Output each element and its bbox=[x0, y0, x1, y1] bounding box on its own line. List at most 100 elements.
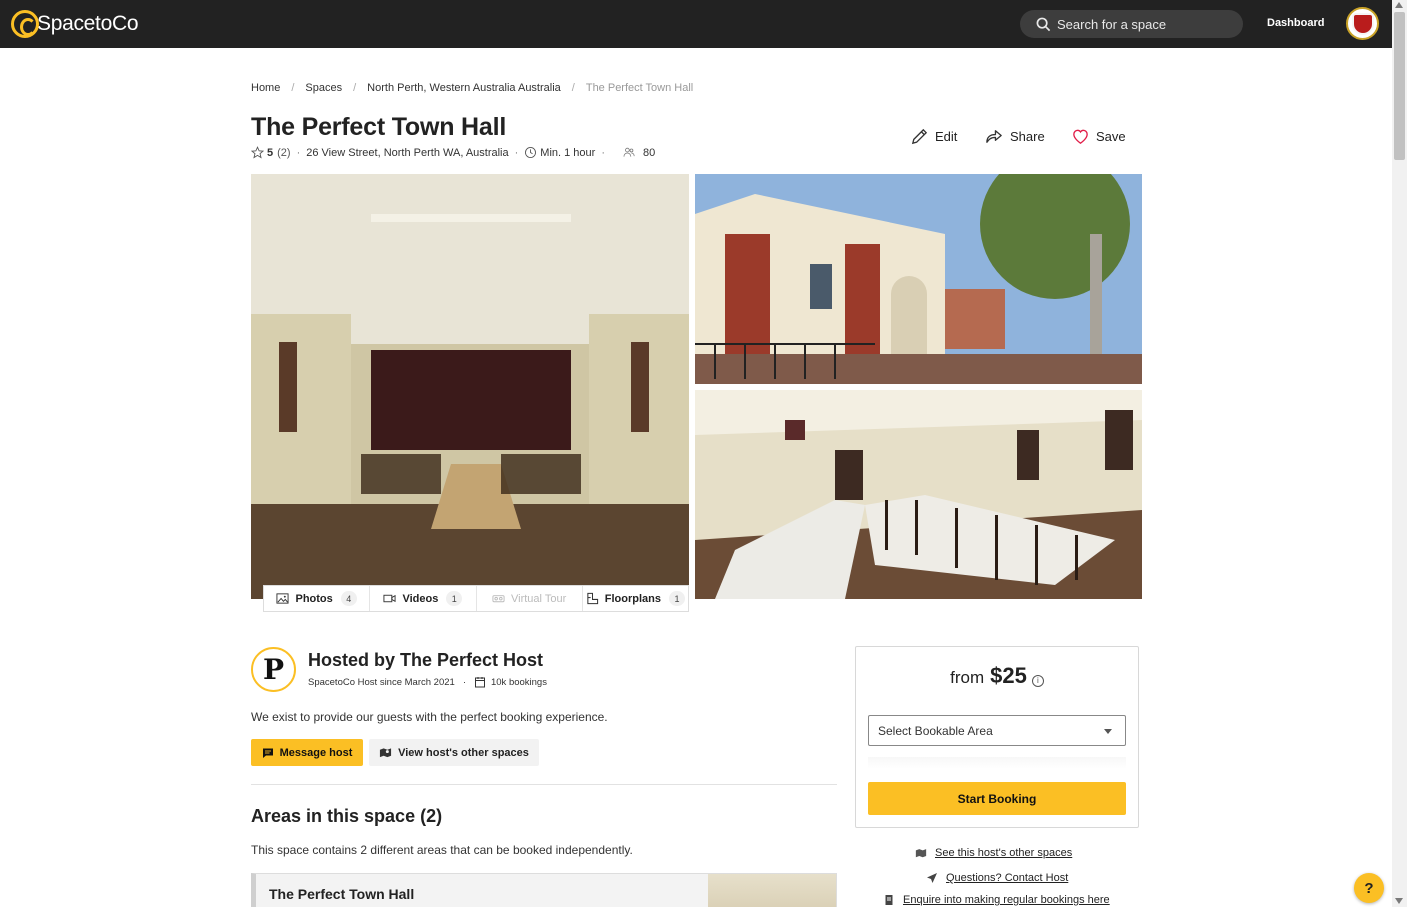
clock-icon bbox=[525, 147, 537, 158]
breadcrumb-separator: / bbox=[291, 82, 295, 94]
media-tabs: Photos 4 Videos 1 Virtual Tour Floorplan… bbox=[263, 585, 689, 612]
page-title: The Perfect Town Hall bbox=[251, 113, 507, 141]
heart-icon bbox=[1073, 129, 1088, 144]
save-button[interactable]: Save bbox=[1071, 127, 1126, 146]
share-label: Share bbox=[1010, 129, 1045, 144]
meta-separator: · bbox=[514, 146, 519, 159]
booking-card: from $25 i Select Bookable Area Start Bo… bbox=[855, 646, 1139, 828]
areas-description: This space contains 2 different areas th… bbox=[251, 843, 633, 857]
breadcrumb-home[interactable]: Home bbox=[251, 82, 280, 94]
area-card-title: The Perfect Town Hall bbox=[269, 886, 415, 902]
host-meta: SpacetoCo Host since March 2021 · 10k bo… bbox=[308, 676, 547, 688]
see-host-spaces-link[interactable]: See this host's other spaces bbox=[915, 847, 1072, 859]
logo-text: SpacetoCo bbox=[37, 12, 139, 35]
scroll-up-icon[interactable] bbox=[1395, 2, 1403, 8]
host-avatar[interactable]: P bbox=[251, 647, 296, 692]
review-count[interactable]: (2) bbox=[277, 147, 290, 159]
meta-separator: · bbox=[296, 146, 301, 159]
exterior-photo[interactable] bbox=[695, 174, 1142, 384]
separator-shade bbox=[868, 757, 1126, 769]
tab-photos[interactable]: Photos 4 bbox=[264, 586, 371, 611]
start-booking-button[interactable]: Start Booking bbox=[868, 782, 1126, 815]
address: 26 View Street, North Perth WA, Australi… bbox=[306, 146, 509, 159]
tab-count-badge: 1 bbox=[446, 591, 463, 606]
regular-bookings-label: Enquire into making regular bookings her… bbox=[903, 894, 1110, 906]
scrollbar-thumb[interactable] bbox=[1394, 12, 1405, 160]
tab-label: Videos bbox=[402, 592, 439, 605]
user-avatar[interactable] bbox=[1346, 7, 1379, 40]
vr-headset-icon bbox=[492, 595, 505, 603]
info-icon[interactable]: i bbox=[1031, 675, 1044, 687]
regular-bookings-link[interactable]: Enquire into making regular bookings her… bbox=[883, 894, 1110, 906]
edit-label: Edit bbox=[935, 129, 958, 144]
breadcrumb: Home / Spaces / North Perth, Western Aus… bbox=[251, 82, 693, 94]
price-from-label: from bbox=[950, 668, 985, 687]
calendar-icon bbox=[474, 677, 485, 688]
scroll-down-icon[interactable] bbox=[1395, 898, 1403, 904]
search-placeholder: Search for a space bbox=[1057, 16, 1167, 32]
areas-heading: Areas in this space (2) bbox=[251, 806, 443, 826]
bookable-area-select[interactable]: Select Bookable Area bbox=[868, 715, 1126, 746]
tab-label: Photos bbox=[295, 592, 333, 605]
chevron-down-icon bbox=[1104, 729, 1112, 734]
hall-interior-image bbox=[251, 174, 689, 599]
long-tables-image bbox=[695, 390, 1142, 599]
save-label: Save bbox=[1096, 129, 1126, 144]
area-card[interactable]: The Perfect Town Hall bbox=[251, 873, 837, 907]
edit-button[interactable]: Edit bbox=[910, 127, 957, 146]
search-input[interactable]: Search for a space bbox=[1020, 10, 1243, 38]
tab-count-badge: 1 bbox=[668, 591, 685, 606]
spacetoco-logo[interactable]: SpacetoCo bbox=[11, 10, 139, 38]
select-placeholder: Select Bookable Area bbox=[878, 723, 993, 738]
host-description: We exist to provide our guests with the … bbox=[251, 710, 608, 724]
star-icon bbox=[251, 146, 264, 159]
tab-virtual-tour: Virtual Tour bbox=[477, 586, 583, 611]
help-button[interactable]: ? bbox=[1354, 873, 1384, 903]
tab-floorplans[interactable]: Floorplans 1 bbox=[583, 586, 688, 611]
map-icon bbox=[915, 849, 927, 858]
main-photo[interactable] bbox=[251, 174, 689, 599]
breadcrumb-location[interactable]: North Perth, Western Australia Australia bbox=[367, 82, 561, 94]
message-host-button[interactable]: Message host bbox=[251, 739, 363, 766]
share-icon bbox=[986, 130, 1002, 143]
dashboard-link[interactable]: Dashboard bbox=[1267, 17, 1324, 29]
breadcrumb-separator: / bbox=[353, 82, 357, 94]
tab-label: Virtual Tour bbox=[511, 592, 567, 605]
see-host-spaces-label: See this host's other spaces bbox=[935, 847, 1073, 859]
document-icon bbox=[885, 895, 893, 905]
floorplan-icon bbox=[587, 592, 598, 605]
map-pin-icon bbox=[380, 748, 392, 758]
listing-meta: 5 (2) · 26 View Street, North Perth WA, … bbox=[251, 146, 655, 159]
send-icon bbox=[927, 873, 937, 883]
message-host-label: Message host bbox=[279, 746, 353, 759]
image-icon bbox=[276, 593, 290, 604]
host-since: SpacetoCo Host since March 2021 bbox=[308, 676, 455, 688]
search-icon bbox=[1036, 17, 1051, 31]
tab-label: Floorplans bbox=[604, 592, 661, 605]
meta-separator: · bbox=[462, 676, 466, 688]
people-icon bbox=[623, 147, 635, 157]
view-other-spaces-button[interactable]: View host's other spaces bbox=[369, 739, 539, 766]
price-amount: $25 bbox=[990, 663, 1027, 688]
host-logo-icon: P bbox=[262, 653, 285, 686]
share-button[interactable]: Share bbox=[985, 127, 1045, 146]
view-other-spaces-label: View host's other spaces bbox=[398, 746, 529, 759]
contact-host-label: Questions? Contact Host bbox=[946, 872, 1069, 884]
chat-icon bbox=[262, 748, 273, 758]
video-camera-icon bbox=[383, 594, 396, 603]
town-hall-exterior-image bbox=[695, 174, 1142, 384]
min-duration: Min. 1 hour bbox=[540, 146, 596, 159]
logo-mark-icon bbox=[11, 10, 39, 38]
host-bookings: 10k bookings bbox=[490, 676, 547, 688]
dining-setup-photo[interactable] bbox=[695, 390, 1142, 599]
tab-videos[interactable]: Videos 1 bbox=[370, 586, 477, 611]
breadcrumb-current: The Perfect Town Hall bbox=[585, 82, 694, 94]
breadcrumb-spaces[interactable]: Spaces bbox=[305, 82, 342, 94]
contact-host-link[interactable]: Questions? Contact Host bbox=[926, 872, 1068, 884]
page-scrollbar[interactable] bbox=[1392, 0, 1407, 907]
pencil-icon bbox=[911, 128, 928, 145]
area-thumbnail bbox=[708, 874, 836, 907]
crest-icon bbox=[1351, 12, 1374, 35]
price-display: from $25 i bbox=[856, 663, 1138, 689]
breadcrumb-separator: / bbox=[571, 82, 575, 94]
